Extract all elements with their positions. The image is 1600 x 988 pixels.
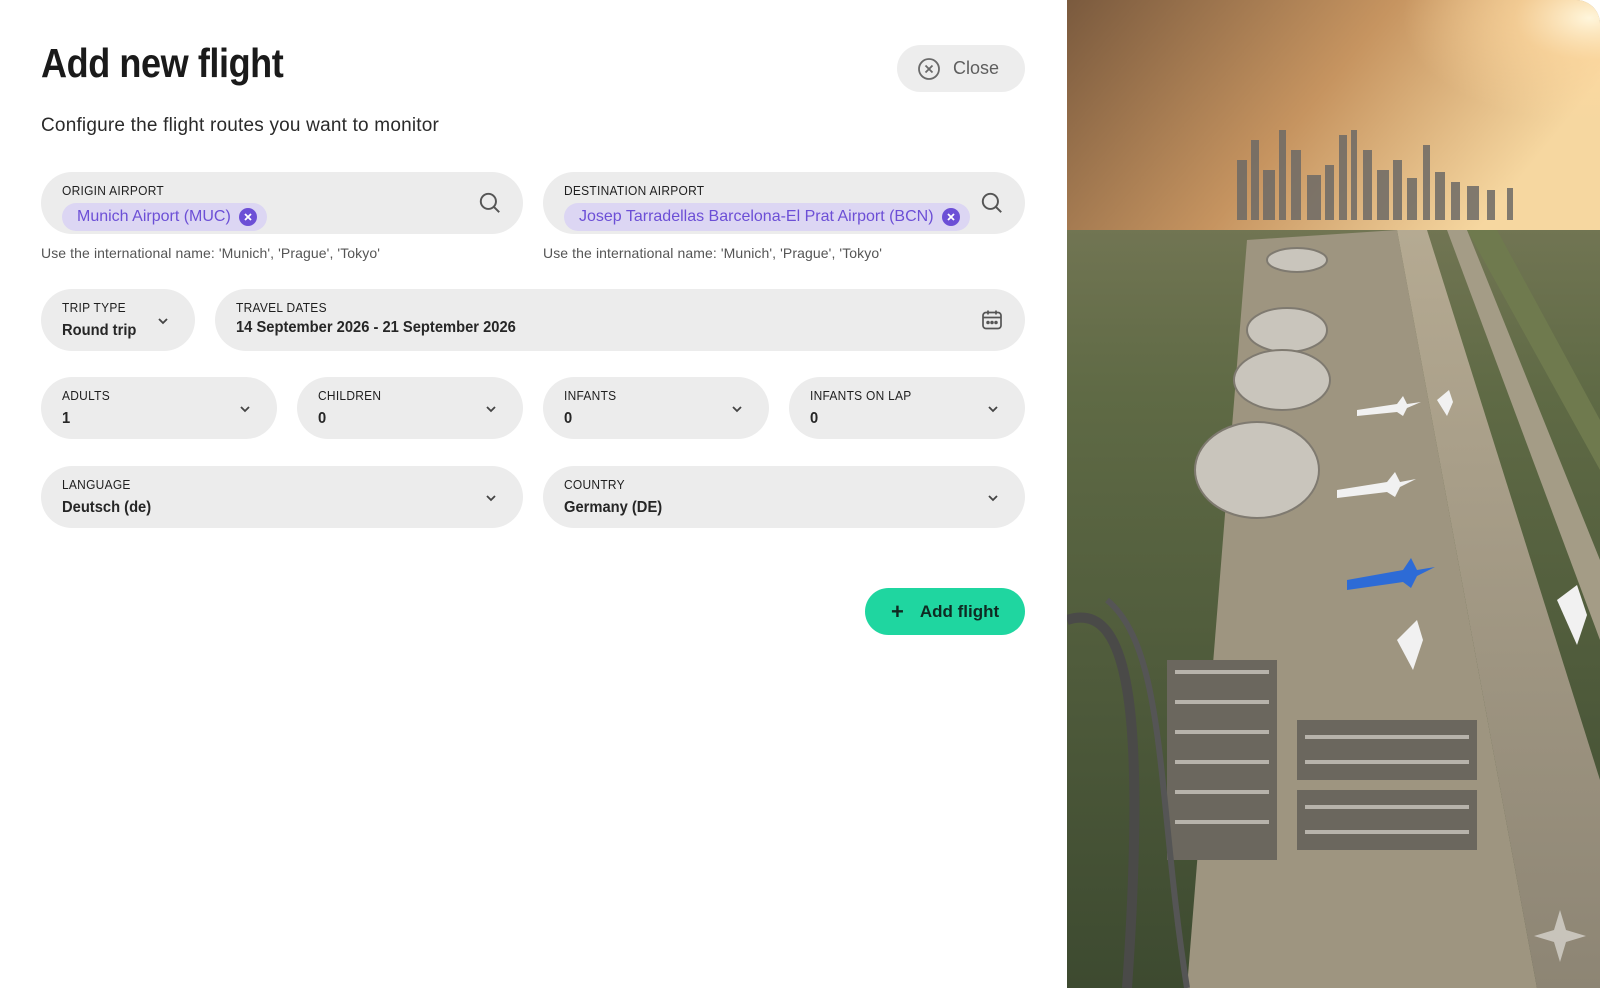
airport-illustration	[1067, 0, 1600, 988]
trip-type-value: Round trip	[62, 322, 137, 339]
chevron-down-icon	[486, 406, 496, 413]
add-flight-button-label: Add flight	[919, 601, 1000, 621]
country-value: Germany (DE)	[564, 499, 663, 516]
country-label: COUNTRY	[564, 477, 625, 492]
origin-airport-chip: Munich Airport (MUC)	[62, 203, 267, 231]
origin-airport-hint: Use the international name: 'Munich', 'P…	[41, 245, 381, 261]
children-label: CHILDREN	[318, 388, 382, 403]
circle-x-icon	[918, 57, 940, 80]
language-value: Deutsch (de)	[62, 499, 152, 516]
children-select[interactable]: CHILDREN 0	[297, 377, 523, 439]
calendar-icon[interactable]	[980, 308, 1004, 332]
infants-on-lap-value: 0	[810, 410, 819, 427]
infants-select[interactable]: INFANTS 0	[543, 377, 769, 439]
plus-icon: +	[891, 598, 904, 624]
close-button-label: Close	[953, 58, 1000, 78]
search-icon[interactable]	[477, 190, 503, 216]
origin-airport-label: ORIGIN AIRPORT	[62, 183, 165, 198]
x-icon	[946, 213, 955, 221]
language-select[interactable]: LANGUAGE Deutsch (de)	[41, 466, 523, 528]
origin-chip-remove-button[interactable]	[238, 208, 257, 226]
page-title: Add new flight	[41, 40, 284, 86]
add-flight-panel: Add new flight Configure the flight rout…	[0, 0, 1066, 988]
children-value: 0	[318, 410, 327, 427]
country-select[interactable]: COUNTRY Germany (DE)	[543, 466, 1025, 528]
chevron-down-icon	[240, 406, 250, 413]
add-flight-button[interactable]: + Add flight	[865, 588, 1025, 635]
infants-on-lap-label: INFANTS ON LAP	[810, 388, 912, 403]
adults-select[interactable]: ADULTS 1	[41, 377, 277, 439]
trip-type-select[interactable]: TRIP TYPE Round trip	[41, 289, 195, 351]
chevron-down-icon	[486, 495, 496, 502]
destination-airport-hint: Use the international name: 'Munich', 'P…	[543, 245, 883, 261]
destination-chip-remove-button[interactable]	[941, 208, 960, 226]
infants-on-lap-select[interactable]: INFANTS ON LAP 0	[789, 377, 1025, 439]
infants-value: 0	[564, 410, 573, 427]
travel-dates-value: 14 September 2026 - 21 September 2026	[236, 319, 516, 336]
page-subtitle: Configure the flight routes you want to …	[41, 115, 440, 136]
travel-dates-field[interactable]: TRAVEL DATES 14 September 2026 - 21 Sept…	[215, 289, 1025, 351]
chevron-down-icon	[158, 318, 168, 325]
chevron-down-icon	[988, 495, 998, 502]
infants-label: INFANTS	[564, 388, 617, 403]
destination-airport-chip: Josep Tarradellas Barcelona-El Prat Airp…	[564, 203, 970, 231]
origin-airport-chip-text: Munich Airport (MUC)	[77, 208, 231, 225]
destination-airport-chip-text: Josep Tarradellas Barcelona-El Prat Airp…	[579, 208, 934, 225]
x-icon	[244, 213, 252, 221]
language-label: LANGUAGE	[62, 477, 131, 492]
chevron-down-icon	[732, 406, 742, 413]
origin-airport-field[interactable]: ORIGIN AIRPORT Munich Airport (MUC)	[41, 172, 523, 234]
close-button[interactable]: Close	[897, 45, 1025, 92]
chevron-down-icon	[988, 406, 998, 413]
search-icon[interactable]	[979, 190, 1005, 216]
trip-type-label: TRIP TYPE	[62, 300, 126, 315]
adults-value: 1	[62, 410, 71, 427]
adults-label: ADULTS	[62, 388, 110, 403]
destination-airport-field[interactable]: DESTINATION AIRPORT Josep Tarradellas Ba…	[543, 172, 1025, 234]
travel-dates-label: TRAVEL DATES	[236, 300, 327, 315]
airport-aerial-image	[1067, 0, 1600, 988]
destination-airport-label: DESTINATION AIRPORT	[564, 183, 705, 198]
